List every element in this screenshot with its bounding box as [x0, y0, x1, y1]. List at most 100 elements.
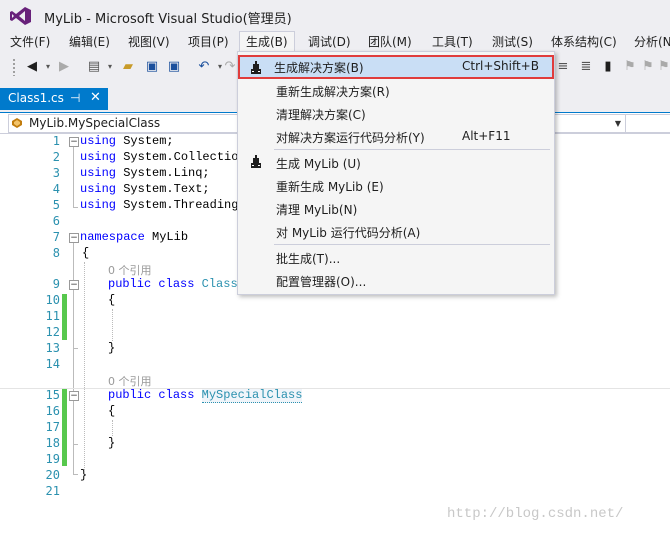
menu-clean-project[interactable]: 清理 MyLib(N)	[240, 197, 552, 219]
line-number: 7	[52, 230, 60, 244]
uncomment-icon[interactable]: ≣	[578, 59, 594, 75]
line-number: 17	[45, 420, 60, 434]
keyword: class	[158, 388, 195, 402]
menu-item-shortcut: Ctrl+Shift+B	[462, 59, 539, 73]
menu-item-label: 清理 MyLib(N)	[276, 203, 358, 217]
menu-build[interactable]: 生成(B)	[239, 31, 295, 53]
open-folder-icon[interactable]: ▰	[120, 59, 136, 75]
bookmark-icon[interactable]: ▮	[600, 59, 616, 75]
build-icon	[251, 61, 261, 74]
menu-view[interactable]: 视图(V)	[122, 32, 176, 52]
next-bookmark-icon[interactable]: ⚑	[640, 59, 656, 75]
menu-edit[interactable]: 编辑(E)	[63, 32, 116, 52]
class-dropdown-label: MyLib.MySpecialClass	[29, 116, 161, 130]
back-dropdown-icon[interactable]: ▾	[40, 59, 56, 75]
code-line-9: public class Class1	[108, 277, 245, 291]
toolbar-grip[interactable]	[12, 58, 16, 76]
collapse-icon[interactable]: −	[69, 137, 79, 147]
menu-analyze-solution[interactable]: 对解决方案运行代码分析(Y) Alt+F11	[240, 125, 552, 147]
line-number: 8	[52, 246, 60, 260]
menu-configuration-manager[interactable]: 配置管理器(O)...	[240, 269, 552, 291]
menu-separator	[274, 244, 550, 245]
line-number: 13	[45, 341, 60, 355]
current-line-highlight	[0, 388, 670, 389]
line-number: 12	[45, 325, 60, 339]
build-menu-dropdown: 生成解决方案(B) Ctrl+Shift+B 重新生成解决方案(R) 清理解决方…	[237, 51, 555, 295]
line-number: 2	[52, 150, 60, 164]
keyword: public	[108, 277, 152, 291]
code-line-2: using System.Collection	[80, 150, 246, 164]
save-icon[interactable]: ▣	[144, 59, 160, 75]
menu-project[interactable]: 项目(P)	[182, 32, 235, 52]
pin-icon[interactable]: ⊣	[70, 91, 80, 105]
code-line-18: }	[108, 436, 116, 450]
line-number: 4	[52, 182, 60, 196]
code-text: MyLib	[144, 230, 189, 244]
window-title: MyLib - Microsoft Visual Studio(管理员)	[44, 12, 292, 27]
outline-line	[73, 290, 74, 348]
codelens-references[interactable]: 0 个引用	[108, 373, 152, 389]
menu-analyze[interactable]: 分析(N)	[628, 32, 670, 52]
menu-item-label: 生成 MyLib (U)	[276, 157, 361, 171]
keyword: using	[80, 198, 117, 212]
menu-analyze-project[interactable]: 对 MyLib 运行代码分析(A)	[240, 220, 552, 242]
line-number: 21	[45, 484, 60, 498]
code-line-10: {	[108, 293, 116, 307]
outline-end	[73, 474, 78, 475]
menu-rebuild-solution[interactable]: 重新生成解决方案(R)	[240, 79, 552, 101]
menu-test[interactable]: 测试(S)	[486, 32, 539, 52]
line-number: 16	[45, 404, 60, 418]
code-line-4: using System.Text;	[80, 182, 210, 196]
line-number: 6	[52, 214, 60, 228]
outline-line	[73, 147, 74, 207]
watermark: http://blog.csdn.net/	[447, 506, 624, 522]
menu-tools[interactable]: 工具(T)	[426, 32, 479, 52]
tab-label: Class1.cs	[8, 91, 64, 105]
navigate-forward-icon[interactable]: ▶	[56, 59, 72, 75]
type-name: MySpecialClass	[201, 388, 303, 403]
member-dropdown[interactable]	[625, 114, 670, 133]
prev-bookmark-icon[interactable]: ⚑	[622, 59, 638, 75]
collapse-icon[interactable]: −	[69, 233, 79, 243]
menu-item-shortcut: Alt+F11	[462, 129, 511, 143]
menu-clean-solution[interactable]: 清理解决方案(C)	[240, 102, 552, 124]
codelens-references[interactable]: 0 个引用	[108, 262, 152, 278]
navigate-back-icon[interactable]: ◀	[24, 59, 40, 75]
collapse-icon[interactable]: −	[69, 391, 79, 401]
code-line-1: using System;	[80, 134, 174, 148]
menu-team[interactable]: 团队(M)	[362, 32, 418, 52]
menu-build-project[interactable]: 生成 MyLib (U)	[240, 151, 552, 173]
close-icon[interactable]: ✕	[90, 90, 101, 105]
clear-bookmarks-icon[interactable]: ⚑	[656, 59, 670, 75]
new-dropdown-icon[interactable]: ▾	[102, 59, 118, 75]
menu-file[interactable]: 文件(F)	[4, 32, 56, 52]
menu-build-solution[interactable]: 生成解决方案(B) Ctrl+Shift+B	[238, 55, 554, 79]
collapse-icon[interactable]: −	[69, 280, 79, 290]
line-number: 1	[52, 134, 60, 148]
title-bar: MyLib - Microsoft Visual Studio(管理员)	[0, 0, 670, 32]
save-all-icon[interactable]: ▣	[166, 59, 182, 75]
line-number: 15	[45, 388, 60, 402]
keyword: namespace	[80, 230, 145, 244]
tab-class1-cs[interactable]: Class1.cs ⊣ ✕	[0, 88, 108, 110]
keyword: public	[108, 388, 152, 402]
code-text: System.Collection	[116, 150, 246, 164]
indent-guide	[112, 309, 113, 341]
menu-debug[interactable]: 调试(D)	[302, 32, 357, 52]
code-text: System.Threading.	[116, 198, 246, 212]
menu-batch-build[interactable]: 批生成(T)...	[240, 246, 552, 268]
comment-icon[interactable]: ≡	[555, 59, 571, 75]
outline-line	[73, 401, 74, 444]
menu-rebuild-project[interactable]: 重新生成 MyLib (E)	[240, 174, 552, 196]
code-line-16: {	[108, 404, 116, 418]
visual-studio-logo-icon	[10, 7, 31, 25]
code-line-3: using System.Linq;	[80, 166, 210, 180]
menu-architecture[interactable]: 体系结构(C)	[545, 32, 623, 52]
build-icon	[251, 155, 261, 168]
code-line-8: {	[82, 246, 90, 260]
new-project-icon[interactable]: ▤	[86, 59, 102, 75]
undo-icon[interactable]: ↶	[196, 59, 212, 75]
menu-bar: 文件(F) 编辑(E) 视图(V) 项目(P) 生成(B) 调试(D) 团队(M…	[0, 31, 670, 53]
redo-icon[interactable]: ↷	[222, 59, 238, 75]
menu-item-label: 清理解决方案(C)	[276, 108, 366, 122]
